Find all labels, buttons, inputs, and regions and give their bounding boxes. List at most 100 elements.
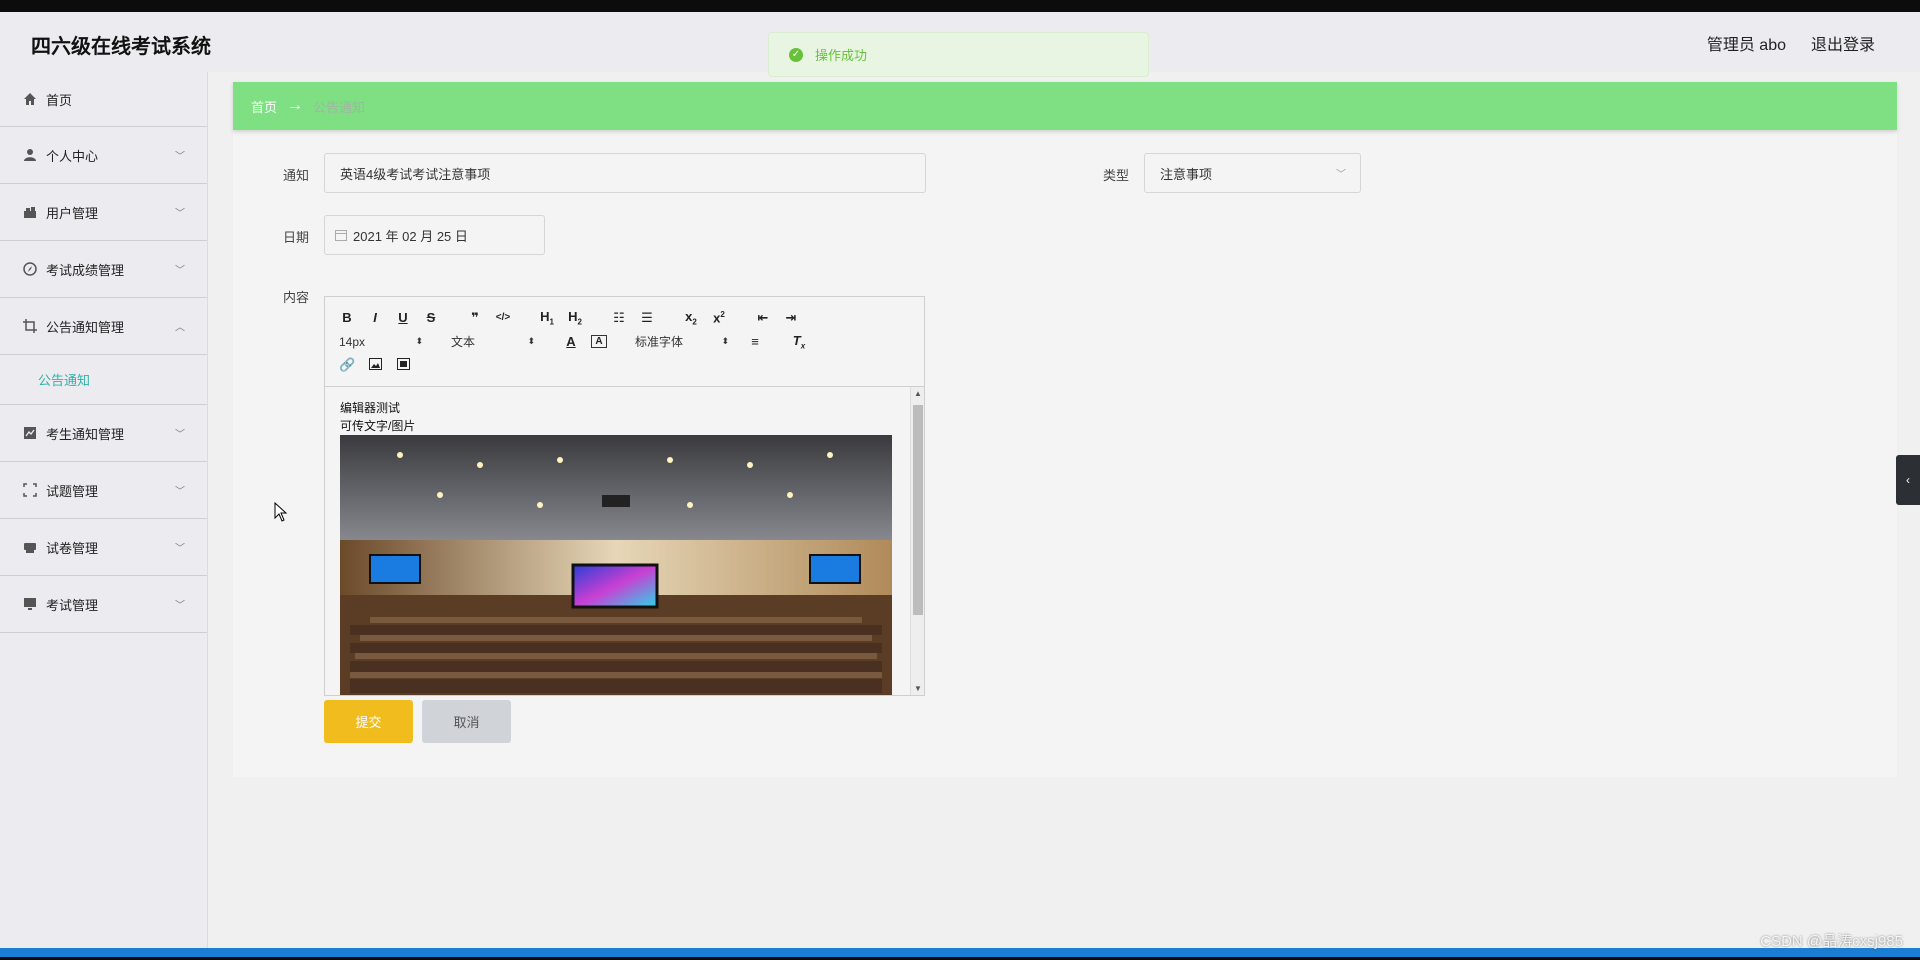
sidebar-item-label: 个人中心 <box>46 148 99 164</box>
ordered-list-button[interactable]: ☷ <box>611 310 627 326</box>
compass-icon <box>22 261 38 277</box>
auditorium-image <box>340 435 892 695</box>
updown-icon: ⬍ <box>527 336 535 347</box>
breadcrumb-arrow-icon: → <box>287 97 304 114</box>
type-select[interactable]: 注意事项 ﹀ <box>1144 153 1361 193</box>
scroll-down-icon[interactable]: ▼ <box>914 684 922 693</box>
chevron-down-icon: ﹀ <box>175 265 185 277</box>
date-label: 日期 <box>283 230 310 245</box>
toast-message: 操作成功 <box>815 48 868 63</box>
bold-button[interactable]: B <box>339 310 355 325</box>
chevron-down-icon: ﹀ <box>175 486 185 498</box>
font-size-select[interactable]: 14px ⬍ <box>339 335 423 349</box>
cancel-button[interactable]: 取消 <box>422 700 511 743</box>
scroll-up-icon[interactable]: ▲ <box>914 389 922 398</box>
link-icon[interactable]: 🔗 <box>339 357 355 373</box>
chevron-down-icon: ﹀ <box>175 429 185 441</box>
heading2-button[interactable]: H2 <box>567 309 583 327</box>
sidebar-item-label: 用户管理 <box>46 205 99 221</box>
breadcrumb: 首页 → 公告通知 <box>233 82 1897 130</box>
date-picker[interactable]: 2021 年 02 月 25 日 <box>324 215 545 255</box>
scrollbar-thumb[interactable] <box>913 405 923 615</box>
updown-icon: ⬍ <box>415 336 423 347</box>
logout-link[interactable]: 退出登录 <box>1811 31 1875 55</box>
strikethrough-button[interactable]: S <box>423 310 439 325</box>
blockquote-button[interactable]: ❞ <box>467 310 483 326</box>
chevron-up-icon: ︿ <box>175 322 185 334</box>
underline-button[interactable]: U <box>395 310 411 325</box>
editor-line-2: 可传文字/图片 <box>340 419 416 433</box>
sidebar-item-label: 试卷管理 <box>46 540 99 556</box>
align-button[interactable]: ≡ <box>747 334 763 349</box>
clear-format-button[interactable]: Tx <box>791 333 807 351</box>
notice-label: 通知 <box>283 168 310 183</box>
font-color-button[interactable]: A <box>563 334 579 349</box>
editor-scrollbar[interactable]: ▲ ▼ <box>910 387 924 695</box>
rich-text-editor: B I U S ❞ </> H1 H2 ☷ ☰ x2 x2 ⇤ ⇥ 14px ⬍… <box>324 296 925 696</box>
editor-line-1: 编辑器测试 <box>340 401 401 415</box>
chevron-down-icon: ﹀ <box>175 208 185 220</box>
chevron-down-icon: ﹀ <box>1336 169 1346 181</box>
heading1-button[interactable]: H1 <box>539 309 555 327</box>
calendar-icon <box>335 229 347 241</box>
user-info: 管理员 abo <box>1706 37 1786 54</box>
font-family-select[interactable]: 标准字体 ⬍ <box>635 333 729 350</box>
text-style-value: 文本 <box>451 335 476 350</box>
sidebar: 首页 个人中心 ﹀ 用户管理 ﹀ 考试成绩管理 ﹀ 公告通知管理 ︿ 公告通知 … <box>0 72 208 948</box>
bullet-list-button[interactable]: ☰ <box>639 310 655 326</box>
editor-content-area[interactable]: 编辑器测试 可传文字/图片 ▲ ▼ <box>325 387 924 695</box>
type-label: 类型 <box>1103 168 1130 183</box>
watermark: CSDN @晶涛cxsj985 <box>1760 933 1903 950</box>
breadcrumb-current: 公告通知 <box>313 99 366 115</box>
superscript-button[interactable]: x2 <box>711 310 727 325</box>
editor-toolbar: B I U S ❞ </> H1 H2 ☷ ☰ x2 x2 ⇤ ⇥ 14px ⬍… <box>325 297 924 387</box>
scan-icon <box>22 482 38 498</box>
outdent-button[interactable]: ⇤ <box>755 310 771 326</box>
sidebar-item-home[interactable]: 首页 <box>0 72 207 127</box>
side-panel-toggle[interactable]: ‹ <box>1896 455 1920 505</box>
sidebar-item-exam-scores[interactable]: 考试成绩管理 ﹀ <box>0 241 207 298</box>
updown-icon: ⬍ <box>721 336 729 347</box>
editor-text: 编辑器测试 可传文字/图片 <box>340 399 415 435</box>
background-color-button[interactable]: A <box>591 335 607 349</box>
code-button[interactable]: </> <box>495 312 511 323</box>
chart-icon <box>22 425 38 441</box>
sidebar-item-question-management[interactable]: 试题管理 ﹀ <box>0 462 207 519</box>
indent-button[interactable]: ⇥ <box>783 310 799 326</box>
home-icon <box>22 91 38 107</box>
sidebar-item-label: 首页 <box>46 92 73 108</box>
top-frame-bar <box>0 0 1920 12</box>
sidebar-item-exam-management[interactable]: 考试管理 ﹀ <box>0 576 207 633</box>
font-family-value: 标准字体 <box>635 335 684 350</box>
sidebar-item-candidate-notice[interactable]: 考生通知管理 ﹀ <box>0 405 207 462</box>
video-icon[interactable] <box>395 357 411 373</box>
sidebar-item-label: 公告通知管理 <box>46 319 125 335</box>
image-icon[interactable] <box>367 357 383 373</box>
users-icon <box>22 204 38 220</box>
printer-icon <box>22 539 38 555</box>
chevron-left-icon: ‹ <box>1906 473 1910 487</box>
chevron-down-icon: ﹀ <box>175 151 185 163</box>
sidebar-item-label: 考试管理 <box>46 597 99 613</box>
sidebar-item-paper-management[interactable]: 试卷管理 ﹀ <box>0 519 207 576</box>
font-size-value: 14px <box>339 334 366 349</box>
notice-input[interactable]: 英语4级考试考试注意事项 <box>324 153 926 193</box>
crop-icon <box>22 318 38 334</box>
submit-button[interactable]: 提交 <box>324 700 413 743</box>
sidebar-subitem-announcement[interactable]: 公告通知 <box>0 355 207 405</box>
sidebar-item-user-management[interactable]: 用户管理 ﹀ <box>0 184 207 241</box>
check-circle-icon: ✓ <box>789 47 803 62</box>
sidebar-item-label: 考生通知管理 <box>46 426 125 442</box>
sidebar-item-label: 考试成绩管理 <box>46 262 125 278</box>
italic-button[interactable]: I <box>367 310 383 325</box>
monitor-icon <box>22 596 38 612</box>
user-icon <box>22 147 38 163</box>
breadcrumb-home[interactable]: 首页 <box>251 97 277 116</box>
subscript-button[interactable]: x2 <box>683 309 699 327</box>
text-style-select[interactable]: 文本 ⬍ <box>451 333 535 350</box>
sidebar-item-personal-center[interactable]: 个人中心 ﹀ <box>0 127 207 184</box>
app-title: 四六级在线考试系统 <box>31 36 211 58</box>
sidebar-item-announcement-management[interactable]: 公告通知管理 ︿ <box>0 298 207 355</box>
chevron-down-icon: ﹀ <box>175 543 185 555</box>
date-value: 2021 年 02 月 25 日 <box>353 228 468 244</box>
